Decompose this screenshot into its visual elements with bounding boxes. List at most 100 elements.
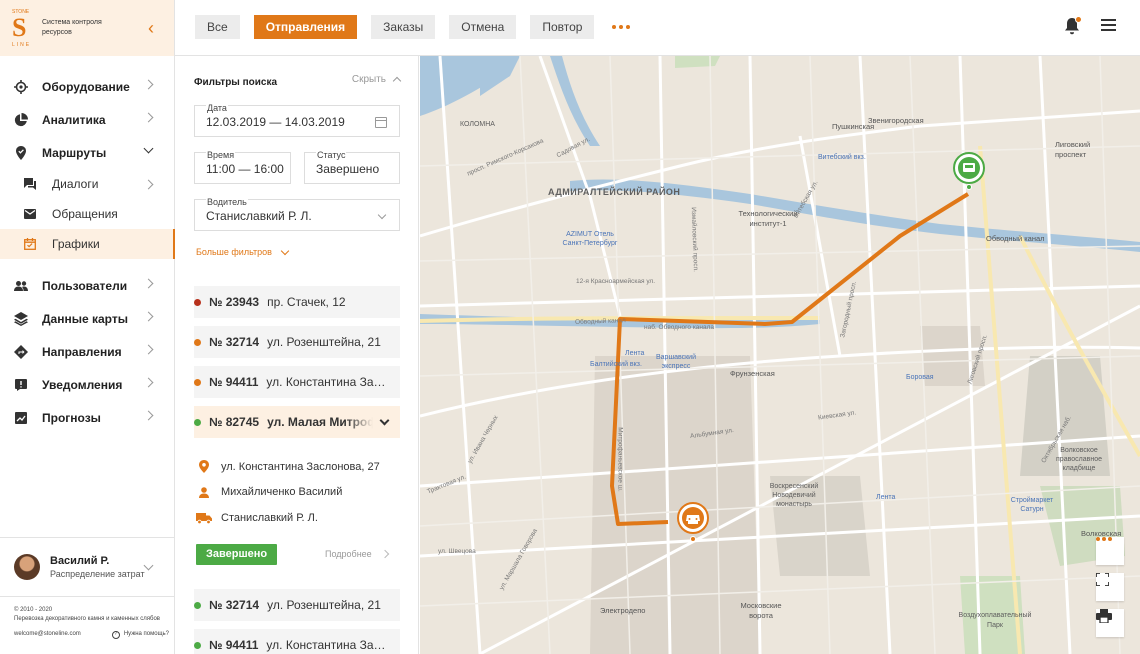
avatar <box>14 554 40 580</box>
chevron-down-icon <box>280 246 290 255</box>
date-range-field[interactable]: Дата 12.03.2019 — 14.03.2019 <box>194 103 400 137</box>
map-label: КОЛОМНА <box>460 121 495 128</box>
chevron-down-icon[interactable] <box>379 415 390 426</box>
sidebar-item-directions[interactable]: Направления <box>0 335 174 368</box>
fullscreen-icon[interactable] <box>1096 573 1124 601</box>
calendar-icon[interactable] <box>375 117 387 128</box>
order-item[interactable]: № 32714 ул. Розенштейна, 21 <box>194 326 400 358</box>
notification-bell-icon[interactable] <box>1064 16 1082 35</box>
order-address: ул. Константина Заслонова, 27 <box>266 375 391 389</box>
sidebar-item-forecasts[interactable]: Прогнозы <box>0 401 174 434</box>
pie-chart-icon <box>14 112 28 127</box>
more-filters-link[interactable]: Больше фильтров <box>196 246 290 257</box>
top-bar: Все Отправления Заказы Отмена Повтор <box>175 0 1140 56</box>
more-details-label: Подробнее <box>325 549 372 559</box>
order-item[interactable]: № 23943 пр. Стачек, 12 <box>194 286 400 318</box>
help-label: Нужна помощь? <box>123 631 169 637</box>
chevron-right-icon <box>380 549 389 559</box>
map-street-label: ул. Швецова <box>438 548 476 555</box>
route-start-pin[interactable] <box>953 152 985 192</box>
sidebar-item-label: Пользователи <box>42 278 128 293</box>
filter-tabs: Все Отправления Заказы Отмена Повтор <box>195 15 631 39</box>
map-poi-label: Витебский вкз. <box>818 154 866 161</box>
tab-shipments[interactable]: Отправления <box>253 15 358 39</box>
route-map[interactable]: АДМИРАЛТЕЙСКИЙ РАЙОН КОЛОМНА Пушкинская … <box>420 56 1140 654</box>
hide-filters-link[interactable]: Скрыть <box>352 74 402 86</box>
sidebar-item-map-data[interactable]: Данные карты <box>0 302 174 335</box>
time-range-field[interactable]: Время 11:00 — 16:00 <box>194 150 291 184</box>
sidebar-subitem-requests[interactable]: Обращения <box>0 199 174 229</box>
company-tagline: Перевозка декоративного камня и каменных… <box>14 616 160 622</box>
map-metro-label: Обводный канал <box>986 234 1045 243</box>
tab-repeat[interactable]: Повтор <box>530 15 595 39</box>
map-more-options-icon[interactable] <box>1096 537 1124 565</box>
sidebar-item-label: Маршруты <box>42 145 107 160</box>
map-poi-label: Боровая <box>906 374 934 381</box>
sidebar-subitem-dialogs[interactable]: Диалоги <box>0 169 174 199</box>
status-value: Завершено <box>316 162 380 176</box>
chevron-right-icon <box>143 377 154 388</box>
map-street-label: 12-я Красноармейская ул. <box>576 278 656 285</box>
chevron-right-icon <box>143 344 154 355</box>
order-address: пр. Стачек, 12 <box>267 295 346 309</box>
status-field[interactable]: Статус Завершено <box>304 150 400 184</box>
collapse-sidebar-icon[interactable]: ‹ <box>148 19 154 37</box>
chat-icon <box>24 178 36 190</box>
calendar-icon <box>24 238 36 250</box>
tab-all[interactable]: Все <box>195 15 240 39</box>
map-poi-label: Воздухоплавательный Парк <box>958 612 1032 629</box>
chevron-down-icon <box>143 560 154 571</box>
driver-select[interactable]: Водитель Станиславкий Р. Л. <box>194 197 400 231</box>
status-dot <box>194 378 201 386</box>
sidebar-subitem-label: Обращения <box>52 207 118 221</box>
sidebar-item-label: Оборудование <box>42 79 130 94</box>
sidebar-item-equipment[interactable]: Оборудование <box>0 70 174 103</box>
status-dot <box>194 298 201 306</box>
menu-icon[interactable] <box>1101 19 1116 31</box>
forecast-icon <box>14 411 28 425</box>
chevron-up-icon <box>392 76 402 86</box>
user-profile[interactable]: Василий Р. Распределение затрат <box>0 537 174 597</box>
more-tabs-icon[interactable] <box>612 15 631 39</box>
tab-orders[interactable]: Заказы <box>371 15 436 39</box>
sidebar-item-users[interactable]: Пользователи <box>0 269 174 302</box>
map-metro-label: Электродепо <box>600 606 646 615</box>
detail-person: Михайличенко Василий <box>196 486 342 498</box>
status-completed-badge[interactable]: Завершено <box>196 544 278 565</box>
contact-email[interactable]: welcome@stoneline.com <box>14 630 81 639</box>
company-logo[interactable]: STONE S LINE <box>12 9 34 48</box>
location-pin-icon <box>196 460 212 473</box>
status-dot <box>194 338 201 346</box>
order-item[interactable]: № 32714 ул. Розенштейна, 21 <box>194 589 400 621</box>
map-metro-label: Лиговский проспект <box>1055 140 1091 159</box>
order-item[interactable]: № 94411 ул. Константина Заслонова, 27 <box>194 629 400 654</box>
help-link[interactable]: ? Нужна помощь? <box>111 630 169 639</box>
copyright: © 2010 - 2020 <box>14 607 53 613</box>
person-icon <box>196 486 212 498</box>
order-address: ул. Малая Митрофаньевская <box>267 415 373 429</box>
tab-cancel[interactable]: Отмена <box>449 15 517 39</box>
sidebar-item-label: Направления <box>42 344 122 359</box>
sidebar-item-notifications[interactable]: Уведомления <box>0 368 174 401</box>
sidebar-item-routes[interactable]: Маршруты <box>0 136 174 169</box>
order-number: № 94411 <box>209 638 259 652</box>
sidebar-item-label: Аналитика <box>42 112 106 127</box>
more-details-link[interactable]: Подробнее <box>325 549 389 559</box>
detail-driver-text: Станиславкий Р. Л. <box>221 512 318 524</box>
sidebar-subitem-schedules[interactable]: Графики <box>0 229 175 259</box>
print-icon[interactable] <box>1096 609 1124 637</box>
status-label: Статус <box>316 150 347 160</box>
main-nav: Оборудование Аналитика Маршруты Диалоги <box>0 56 175 434</box>
filters-title: Фильтры поиска <box>194 77 278 88</box>
chevron-right-icon <box>143 179 154 190</box>
order-item[interactable]: № 94411 ул. Константина Заслонова, 27 <box>194 366 400 398</box>
sidebar-item-label: Прогнозы <box>42 410 101 425</box>
status-dot <box>194 418 201 426</box>
date-value: 12.03.2019 — 14.03.2019 <box>206 115 345 129</box>
order-address: ул. Розенштейна, 21 <box>267 598 381 612</box>
vehicle-location-pin[interactable] <box>677 502 709 544</box>
sidebar-item-label: Уведомления <box>42 377 123 392</box>
sidebar-item-analytics[interactable]: Аналитика <box>0 103 174 136</box>
alert-icon <box>14 378 28 392</box>
order-item-expanded[interactable]: № 82745 ул. Малая Митрофаньевская <box>194 406 400 438</box>
